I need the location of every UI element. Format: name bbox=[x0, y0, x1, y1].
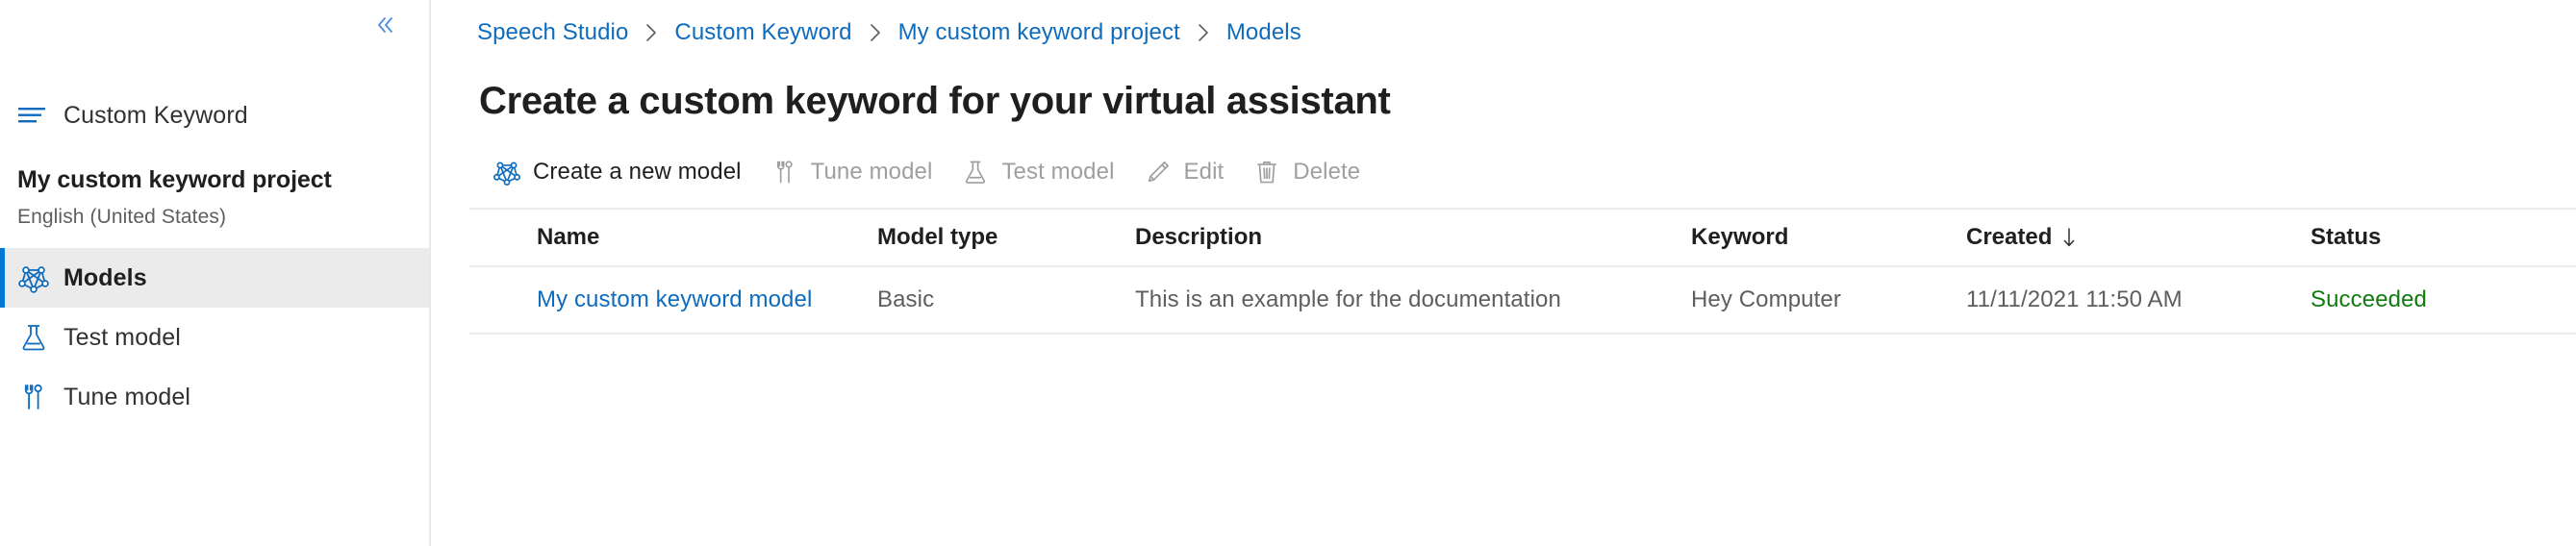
table-header-row: Name Model type Description Keyword Crea… bbox=[469, 208, 2576, 267]
column-header-description[interactable]: Description bbox=[1135, 224, 1691, 251]
chevron-right-icon bbox=[868, 22, 883, 43]
toolbar-button-label: Delete bbox=[1293, 159, 1361, 185]
breadcrumb-item-models[interactable]: Models bbox=[1226, 19, 1301, 46]
breadcrumb: Speech Studio Custom Keyword My custom k… bbox=[469, 0, 2576, 56]
column-header-model-type[interactable]: Model type bbox=[877, 224, 1135, 251]
tuning-tools-icon bbox=[17, 381, 63, 413]
sidebar: Custom Keyword My custom keyword project… bbox=[0, 0, 431, 546]
flask-icon bbox=[959, 158, 992, 186]
toolbar-button-label: Tune model bbox=[810, 159, 933, 185]
hamburger-lines-icon bbox=[17, 103, 63, 128]
project-language: English (United States) bbox=[17, 206, 227, 229]
column-header-keyword[interactable]: Keyword bbox=[1691, 224, 1966, 251]
tuning-tools-icon bbox=[769, 158, 801, 186]
delete-button[interactable]: Delete bbox=[1237, 147, 1374, 197]
sidebar-item-label: Test model bbox=[63, 323, 181, 351]
chevron-right-icon bbox=[644, 22, 659, 43]
column-header-name[interactable]: Name bbox=[469, 224, 877, 251]
breadcrumb-item-speech-studio[interactable]: Speech Studio bbox=[477, 19, 628, 46]
chevron-double-left-icon bbox=[370, 12, 397, 38]
column-header-status[interactable]: Status bbox=[2311, 224, 2576, 251]
toolbar-button-label: Create a new model bbox=[533, 159, 742, 185]
app-root: Custom Keyword My custom keyword project… bbox=[0, 0, 2576, 546]
sidebar-item-tune-model[interactable]: Tune model bbox=[0, 367, 429, 427]
pencil-icon bbox=[1142, 158, 1174, 186]
collapse-sidebar-button[interactable] bbox=[364, 5, 404, 45]
toolbar-button-label: Edit bbox=[1183, 159, 1225, 185]
project-name: My custom keyword project bbox=[17, 166, 332, 193]
main-content: Speech Studio Custom Keyword My custom k… bbox=[431, 0, 2576, 546]
create-a-new-model-button[interactable]: Create a new model bbox=[477, 147, 755, 197]
sidebar-item-label: Custom Keyword bbox=[63, 101, 248, 129]
test-model-button[interactable]: Test model bbox=[946, 147, 1127, 197]
cell-description: This is an example for the documentation bbox=[1135, 286, 1561, 312]
graph-network-icon bbox=[491, 158, 523, 186]
sidebar-item-test-model[interactable]: Test model bbox=[0, 308, 429, 367]
chevron-right-icon bbox=[1196, 22, 1211, 43]
toolbar-button-label: Test model bbox=[1001, 159, 1115, 185]
cell-keyword: Hey Computer bbox=[1691, 286, 1841, 312]
cell-model-type: Basic bbox=[877, 286, 935, 312]
edit-button[interactable]: Edit bbox=[1128, 147, 1238, 197]
sidebar-collapse-row bbox=[0, 0, 429, 50]
sidebar-item-custom-keyword[interactable]: Custom Keyword bbox=[0, 88, 429, 142]
sidebar-item-label: Tune model bbox=[63, 383, 191, 410]
page-title: Create a custom keyword for your virtual… bbox=[479, 80, 1391, 122]
sidebar-item-label: Models bbox=[63, 263, 147, 291]
cell-model-name[interactable]: My custom keyword model bbox=[469, 286, 877, 313]
arrow-down-icon bbox=[2061, 226, 2077, 249]
tune-model-button[interactable]: Tune model bbox=[755, 147, 947, 197]
sidebar-item-models[interactable]: Models bbox=[0, 248, 429, 309]
cell-created: 11/11/2021 11:50 AM bbox=[1966, 286, 2183, 312]
flask-icon bbox=[17, 321, 63, 354]
status-badge: Succeeded bbox=[2311, 286, 2427, 312]
breadcrumb-item-custom-keyword[interactable]: Custom Keyword bbox=[674, 19, 851, 46]
graph-network-icon bbox=[17, 261, 63, 294]
sidebar-project-block: My custom keyword project English (Unite… bbox=[0, 142, 429, 248]
column-header-created-label: Created bbox=[1966, 224, 2053, 250]
models-table: Name Model type Description Keyword Crea… bbox=[469, 208, 2576, 335]
table-row[interactable]: My custom keyword model Basic This is an… bbox=[469, 267, 2576, 335]
trash-icon bbox=[1250, 158, 1283, 186]
breadcrumb-item-project[interactable]: My custom keyword project bbox=[898, 19, 1180, 46]
toolbar: Create a new model Tune model Test model… bbox=[469, 144, 2576, 200]
column-header-created[interactable]: Created bbox=[1966, 224, 2311, 251]
